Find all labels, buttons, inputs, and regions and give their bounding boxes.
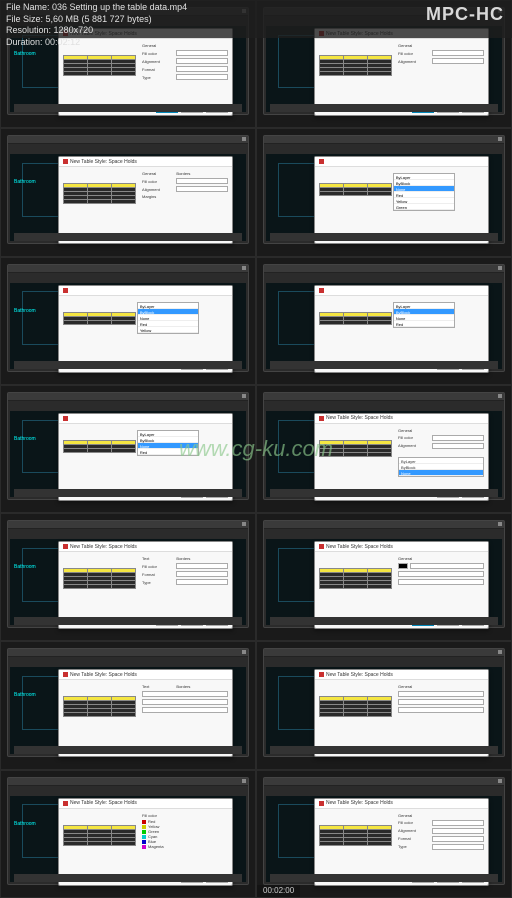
fillcolor-input[interactable] — [176, 50, 228, 56]
color-list[interactable]: Red Yellow Green Cyan Blue Magenta — [142, 820, 228, 849]
timestamp-label: 00:02:00 — [257, 885, 300, 897]
table-preview — [63, 55, 136, 76]
app-name: MPC-HC — [426, 4, 504, 25]
thumbnail-grid: Bathroom New Table Style: Space Holds — [0, 0, 512, 898]
info-overlay: File Name: 036 Setting up the table data… — [0, 0, 512, 38]
format-input[interactable] — [176, 66, 228, 72]
type-input[interactable] — [176, 74, 228, 80]
dropdown-list[interactable]: ByLayer ByBlock None Red Yellow Green — [393, 173, 455, 211]
alignment-input[interactable] — [176, 58, 228, 64]
